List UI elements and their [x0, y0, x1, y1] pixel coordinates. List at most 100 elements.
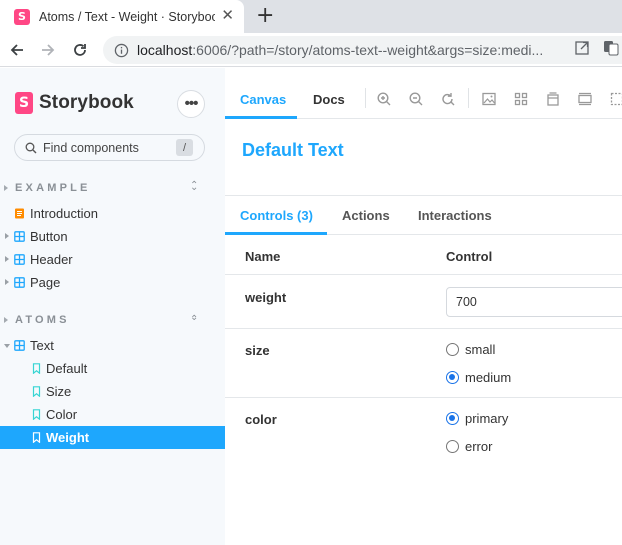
tab-canvas[interactable]: Canvas [240, 92, 286, 107]
search-placeholder: Find components [43, 140, 139, 155]
measure-icon[interactable] [577, 91, 593, 107]
preview-toolbar: Canvas Docs [225, 79, 622, 119]
bookmark-icon [32, 409, 41, 420]
bookmark-icon [32, 363, 41, 374]
radio-label: error [465, 439, 493, 454]
toolbar-divider [468, 88, 469, 108]
forward-arrow-icon[interactable] [38, 40, 58, 60]
viewport-icon[interactable] [545, 91, 561, 107]
sidebar-item-header[interactable]: Header [0, 248, 225, 271]
url-path: :6006/?path=/story/atoms-text--weight&ar… [192, 42, 544, 58]
component-icon [14, 254, 25, 265]
radio-label: primary [465, 411, 509, 426]
preview-text: Default Text [242, 140, 344, 160]
size-radio-small[interactable]: small [446, 342, 495, 357]
sidebar-item-button[interactable]: Button [0, 225, 225, 248]
sidebar-story-color[interactable]: Color [0, 403, 225, 426]
caret-right-icon [5, 233, 9, 239]
zoom-out-icon[interactable] [408, 91, 424, 107]
radio-selected-icon [446, 412, 459, 425]
sidebar-item-label: Default [46, 361, 88, 376]
document-icon [15, 208, 24, 219]
color-radio-primary[interactable]: primary [446, 411, 508, 426]
color-radio-error[interactable]: error [446, 439, 492, 454]
weight-number-input[interactable]: 700 [446, 287, 622, 317]
sidebar-item-page[interactable]: Page [0, 271, 225, 294]
search-icon [25, 142, 37, 154]
storybook-logo-icon: S [15, 92, 33, 114]
caret-right-icon [5, 256, 9, 262]
caret-down-icon [4, 344, 10, 348]
background-image-icon[interactable] [481, 91, 497, 107]
sidebar-story-default[interactable]: Default [0, 357, 225, 380]
url-host: localhost [137, 42, 193, 58]
storybook-brand[interactable]: S Storybook [15, 92, 134, 114]
zoom-reset-icon[interactable] [440, 91, 456, 107]
sidebar-item-label: Weight [46, 430, 90, 445]
translate-icon[interactable] [603, 40, 619, 56]
size-radio-medium[interactable]: medium [446, 370, 511, 385]
tab-title: Atoms / Text - Weight · Storybook [39, 9, 215, 24]
sidebar-item-introduction[interactable]: Introduction [0, 202, 225, 225]
component-icon [14, 231, 25, 242]
story-preview: Default Text [225, 120, 622, 196]
component-icon [14, 277, 25, 288]
sidebar-menu-button[interactable]: ••• [177, 90, 205, 118]
tab-interactions[interactable]: Interactions [418, 208, 492, 223]
row-divider [225, 274, 622, 275]
back-arrow-icon[interactable] [7, 40, 27, 60]
sidebar-story-weight[interactable]: Weight [0, 426, 225, 449]
sidebar-item-label: Button [30, 229, 68, 244]
tab-controls[interactable]: Controls (3) [240, 208, 313, 223]
sidebar-item-label: Size [46, 384, 72, 399]
sidebar-item-label: Text [30, 338, 54, 353]
collapse-all-icon[interactable]: ⌄ ⌃ [190, 312, 198, 334]
group-caret-icon[interactable] [4, 317, 8, 323]
sidebar-item-label: Header [30, 252, 73, 267]
active-tab-indicator [225, 116, 297, 119]
component-icon [14, 340, 25, 351]
radio-unselected-icon [446, 343, 459, 356]
main-panel: Canvas Docs Default Text Controls (3) Ac… [225, 79, 622, 545]
tab-close-icon[interactable]: ✕ [221, 8, 234, 24]
site-info-icon[interactable] [114, 43, 129, 58]
radio-label: medium [465, 370, 512, 385]
control-name-size: size [245, 343, 270, 358]
radio-selected-icon [446, 371, 459, 384]
column-header-control: Control [446, 249, 493, 264]
column-header-name: Name [245, 249, 281, 264]
row-divider [225, 328, 622, 329]
open-in-new-window-icon[interactable] [574, 40, 590, 56]
storybook-favicon-icon: S [14, 8, 30, 25]
addons-tabbar: Controls (3) Actions Interactions [225, 196, 622, 235]
tab-docs[interactable]: Docs [313, 92, 345, 107]
controls-table: Name Control weight 700 size small mediu… [225, 235, 622, 545]
expand-all-icon[interactable]: ⌃ ⌄ [190, 180, 198, 202]
browser-toolbar: localhost:6006/?path=/story/atoms-text--… [0, 33, 622, 67]
new-tab-button[interactable]: + [256, 4, 274, 28]
browser-tab[interactable]: S Atoms / Text - Weight · Storybook ✕ [0, 0, 244, 33]
outline-icon[interactable] [609, 91, 622, 107]
weight-value: 700 [456, 295, 477, 309]
browser-tab-strip: S Atoms / Text - Weight · Storybook ✕ + [0, 0, 622, 33]
group-title-atoms[interactable]: ATOMS [15, 314, 70, 326]
url-text: localhost:6006/?path=/story/atoms-text--… [137, 42, 543, 58]
sidebar-item-label: Introduction [30, 206, 98, 221]
address-bar[interactable]: localhost:6006/?path=/story/atoms-text--… [103, 36, 622, 64]
bookmark-icon [32, 386, 41, 397]
grid-icon[interactable] [513, 91, 529, 107]
sidebar-item-label: Color [46, 407, 78, 422]
sidebar-item-label: Page [30, 275, 61, 290]
group-caret-icon[interactable] [4, 185, 8, 191]
group-title-example[interactable]: EXAMPLE [15, 182, 91, 194]
reload-icon[interactable] [70, 40, 90, 60]
search-input[interactable]: Find components / [14, 134, 205, 161]
caret-right-icon [5, 279, 9, 285]
control-name-color: color [245, 412, 277, 427]
tab-actions[interactable]: Actions [342, 208, 390, 223]
zoom-in-icon[interactable] [376, 91, 392, 107]
row-divider [225, 397, 622, 398]
sidebar: S Storybook ••• Find components / EXAMPL… [0, 68, 225, 545]
sidebar-item-text[interactable]: Text [0, 334, 225, 357]
sidebar-story-size[interactable]: Size [0, 380, 225, 403]
